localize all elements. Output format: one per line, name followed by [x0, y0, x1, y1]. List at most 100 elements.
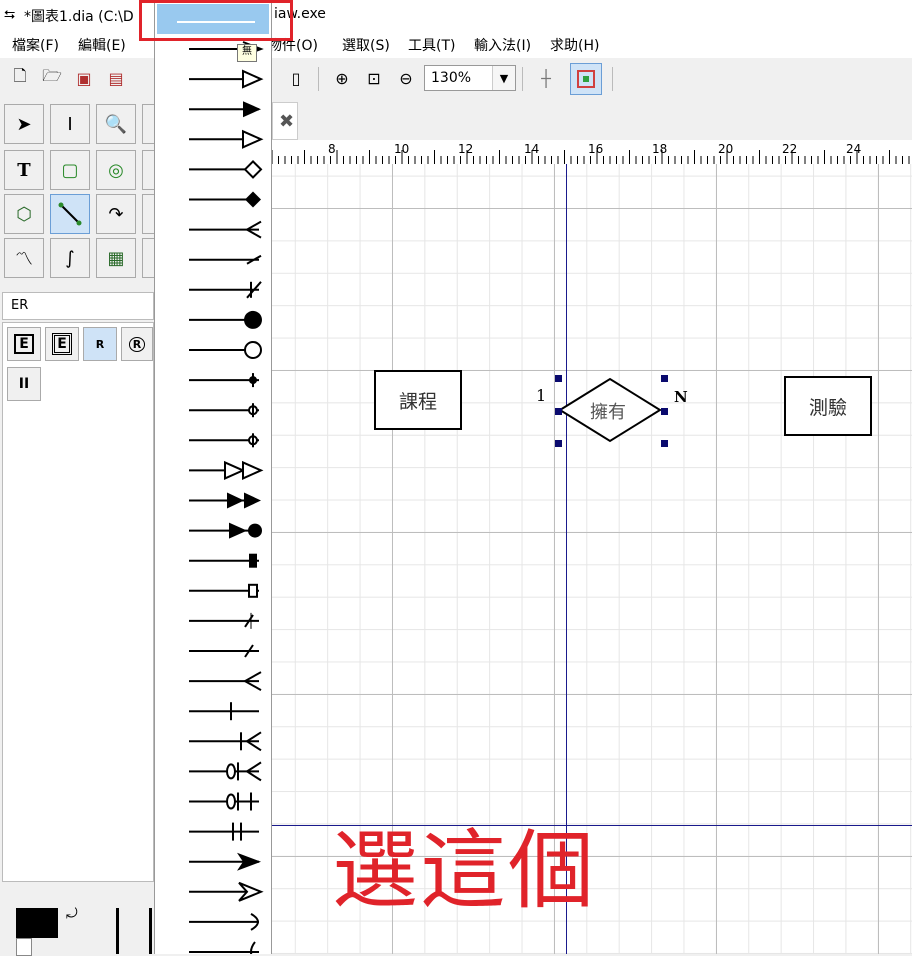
ruler-label: 14: [524, 142, 540, 156]
window-title: *圖表1.dia (C:\D: [24, 9, 134, 25]
arrow-style-half-head-option[interactable]: [189, 220, 262, 239]
arrow-style-cross-option[interactable]: [189, 644, 259, 658]
magnify-tool-icon[interactable]: 🔍: [96, 104, 136, 144]
text-tool-icon[interactable]: T: [4, 150, 44, 190]
zoom-fit-icon[interactable]: ⊡: [362, 66, 386, 90]
arrow-style-hollow-diamond-option[interactable]: [189, 159, 263, 179]
zigzag-line-tool-icon[interactable]: 〽: [4, 238, 44, 278]
arrow-style-hollow-box-option[interactable]: [189, 583, 259, 598]
toolbox: ➤ Ι 🔍 T ▢ ◎ ⬡ ↷ 〽 ∫ ▦ ER E E R R II ⤾: [0, 100, 155, 956]
selection-handle[interactable]: [555, 408, 562, 415]
polygon-tool-icon[interactable]: ⬡: [4, 194, 44, 234]
arrow-style-filled-box-option[interactable]: [189, 553, 259, 568]
ruler-label: 16: [588, 142, 604, 156]
entity-label: 課程: [398, 390, 437, 413]
er-entity-quiz[interactable]: 測驗: [784, 376, 872, 436]
arrow-style-one-crow-option[interactable]: [189, 731, 262, 752]
entity-label: 測驗: [808, 396, 847, 419]
open-folder-icon[interactable]: 🗁: [40, 66, 64, 90]
save-as-icon[interactable]: ▤: [104, 66, 128, 90]
arrow-style-zero-or-one-option[interactable]: [189, 792, 259, 811]
arrow-style-filled-triangle-option[interactable]: [189, 101, 261, 118]
snap-to-objects-icon[interactable]: [570, 63, 602, 95]
arrow-style-filled-concave-option[interactable]: [189, 852, 261, 871]
arrow-style-curved-option[interactable]: [189, 941, 259, 954]
arrow-style-double-filled-option[interactable]: [189, 492, 261, 509]
selection-handle[interactable]: [555, 375, 562, 382]
arrow-style-slashed-cross-option[interactable]: [189, 254, 262, 265]
arrow-style-filled-concave-dot-option[interactable]: [189, 522, 262, 539]
arrow-style-dropdown: [154, 0, 272, 954]
ruler-label: 10: [394, 142, 410, 156]
arrow-style-lines-open-option[interactable]: [189, 881, 264, 902]
zoom-out-icon[interactable]: ⊖: [394, 66, 418, 90]
ruler-label: 8: [328, 142, 336, 156]
menu-help[interactable]: 求助(H): [550, 35, 599, 55]
sheet-objects-panel: E E R R II: [2, 322, 154, 882]
line-tool-icon[interactable]: [50, 194, 90, 234]
ruler-label: 22: [782, 142, 798, 156]
box-tool-icon[interactable]: ▢: [50, 150, 90, 190]
arc-tool-icon[interactable]: ↷: [96, 194, 136, 234]
ellipse-tool-icon[interactable]: ◎: [96, 150, 136, 190]
menu-tools[interactable]: 工具(T): [408, 35, 455, 55]
arrow-style-zero-or-many-option[interactable]: [189, 761, 262, 782]
er-weak-entity-object[interactable]: E: [45, 327, 79, 361]
arrow-style-unfilled-triangle-option[interactable]: [189, 129, 264, 149]
selection-handle[interactable]: [661, 440, 668, 447]
chevron-down-icon[interactable]: ▼: [492, 66, 515, 90]
tab-strip: ✖: [272, 100, 912, 140]
bezier-line-tool-icon[interactable]: ∫: [50, 238, 90, 278]
ruler-label: 12: [458, 142, 474, 156]
save-icon[interactable]: ▣: [72, 66, 96, 90]
line-width-icon[interactable]: [116, 908, 152, 954]
er-participation-object[interactable]: II: [7, 367, 41, 401]
arrow-style-integral-option[interactable]: [189, 433, 259, 448]
er-attribute-object[interactable]: R: [121, 327, 153, 361]
ruler-label: 20: [718, 142, 734, 156]
menu-input-method[interactable]: 輸入法(I): [474, 35, 531, 55]
arrow-style-filled-diamond-option[interactable]: [189, 191, 261, 208]
title-bar: ⮀ *圖表1.dia (C:\D iaw.exe: [0, 0, 912, 30]
sheet-selector[interactable]: ER: [2, 292, 154, 320]
close-icon[interactable]: ✖: [279, 111, 294, 132]
relationship-label: 擁有: [590, 402, 626, 423]
arrow-style-backslash-option[interactable]: [189, 913, 259, 931]
zoom-in-icon[interactable]: ⊕: [330, 66, 354, 90]
selection-handle[interactable]: [661, 375, 668, 382]
menu-file[interactable]: 檔案(F): [12, 35, 59, 55]
menu-edit[interactable]: 編輯(E): [78, 35, 126, 55]
tooltip: 無: [237, 44, 257, 62]
menu-select[interactable]: 選取(S): [342, 35, 390, 55]
arrow-style-hollow-triangle-option[interactable]: [189, 69, 264, 89]
arrow-style-filled-dot-option[interactable]: [189, 310, 262, 329]
pointer-tool-icon[interactable]: ➤: [4, 104, 44, 144]
ruler-label: 18: [652, 142, 668, 156]
selection-handle[interactable]: [661, 408, 668, 415]
foreground-color[interactable]: [16, 908, 58, 938]
arrow-style-dimension-origin-option[interactable]: [189, 403, 259, 418]
image-tool-icon[interactable]: ▦: [96, 238, 136, 278]
er-entity-course[interactable]: 課程: [374, 370, 462, 430]
arrow-style-crow-foot-option[interactable]: [189, 671, 262, 691]
snap-to-grid-icon[interactable]: ┼: [534, 66, 558, 90]
text-edit-tool-icon[interactable]: Ι: [50, 104, 90, 144]
er-entity-object[interactable]: E: [7, 327, 41, 361]
arrow-style-double-hollow-option[interactable]: [189, 460, 264, 480]
arrow-style-one-or-many-option[interactable]: [189, 822, 259, 841]
er-relationship-object[interactable]: R: [83, 327, 117, 361]
arrow-style-filled-dot-x-option[interactable]: [189, 281, 262, 299]
arrow-style-slash-option[interactable]: [189, 612, 259, 629]
background-color[interactable]: [16, 938, 32, 956]
selection-handle[interactable]: [555, 440, 562, 447]
new-file-icon[interactable]: 🗋: [8, 66, 32, 90]
arrow-style-one-option[interactable]: [189, 702, 259, 721]
arrow-style-hollow-dot-option[interactable]: [189, 341, 262, 359]
diagram-tab[interactable]: ✖: [272, 102, 298, 140]
swap-colors-icon[interactable]: ⤾: [66, 906, 78, 922]
menu-bar: 檔案(F) 編輯(E) 物件(O) 選取(S) 工具(T) 輸入法(I) 求助(…: [0, 30, 912, 59]
zoom-combobox[interactable]: 130% ▼: [424, 65, 516, 91]
paste-icon[interactable]: ▯: [284, 66, 308, 90]
arrow-style-filled-dot-small-option[interactable]: [189, 373, 259, 388]
highlight-box: [139, 0, 293, 41]
